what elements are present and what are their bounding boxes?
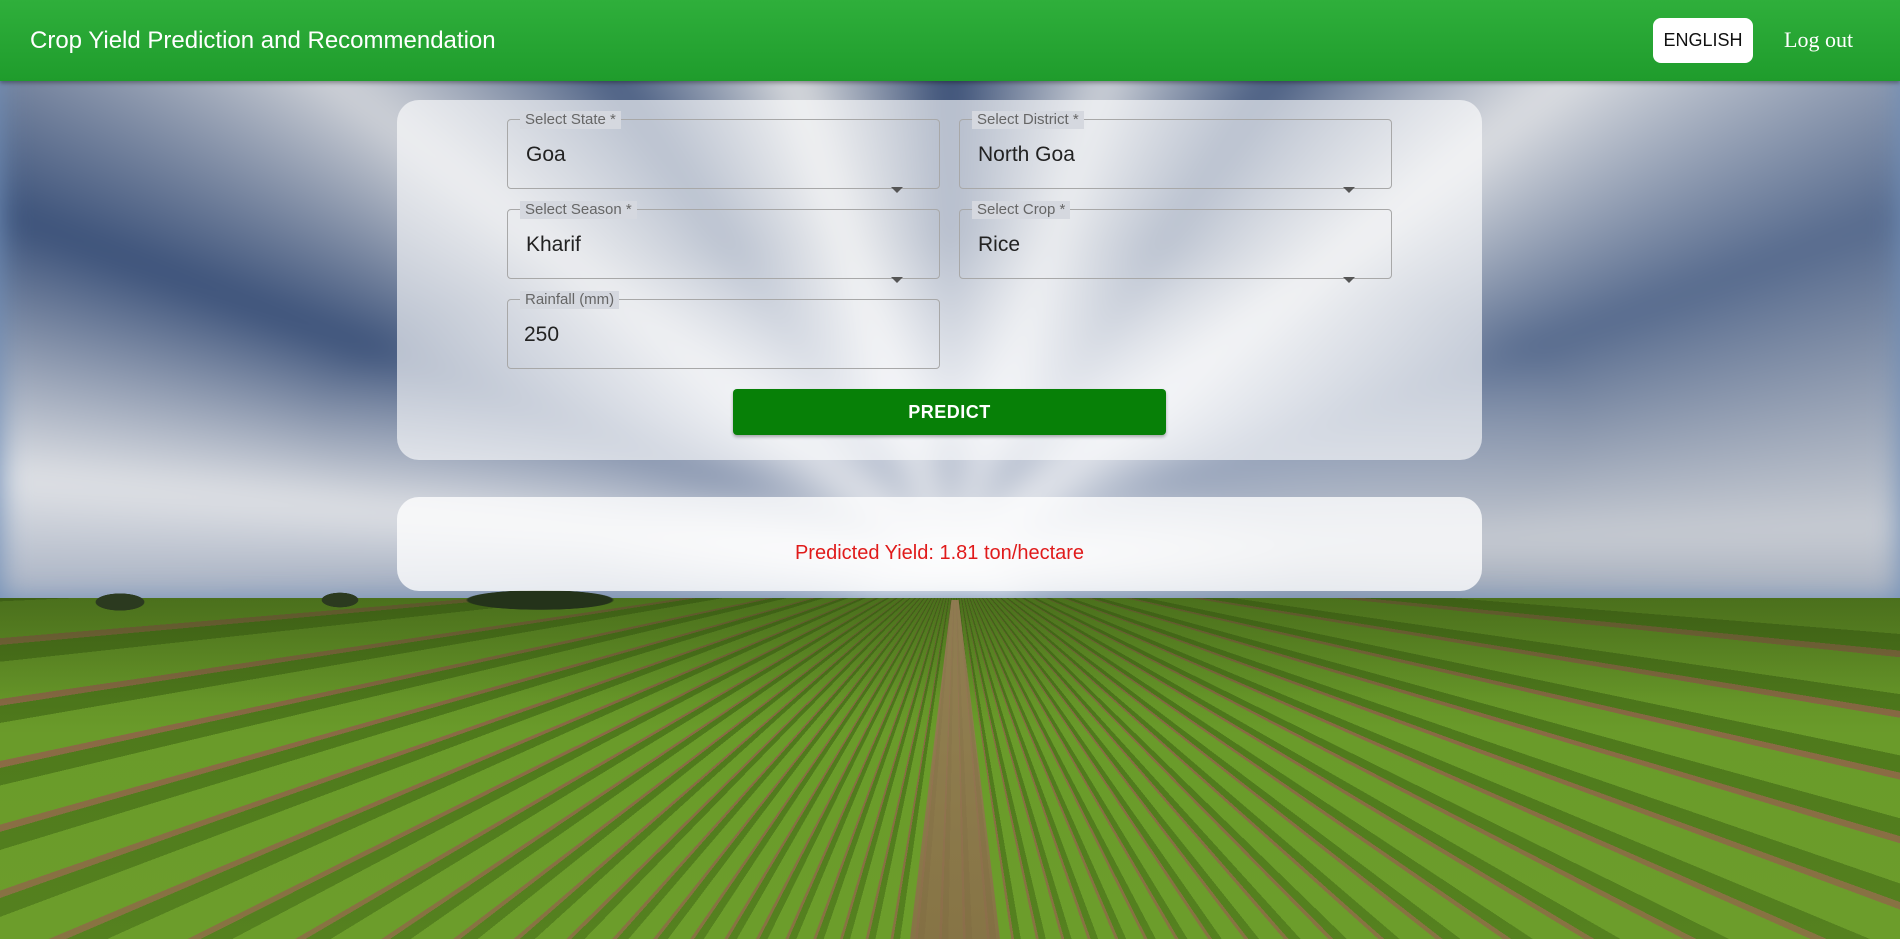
crop-select-label-bg: Select Crop *: [972, 201, 1071, 219]
rainfall-input-label: Rainfall (mm): [525, 291, 615, 308]
rainfall-input-value[interactable]: 250: [524, 323, 559, 347]
app-title: Crop Yield Prediction and Recommendation: [30, 27, 496, 54]
district-select[interactable]: Select District * North Goa: [959, 111, 1392, 193]
season-select-value: Kharif: [526, 233, 581, 256]
predict-button[interactable]: PREDICT: [733, 389, 1166, 435]
result-card: Predicted Yield: 1.81 ton/hectare: [397, 497, 1482, 591]
prediction-form-card: Select State * Goa Select District * Nor…: [397, 100, 1482, 460]
state-select-label-bg: Select State *: [520, 111, 621, 129]
crop-select[interactable]: Select Crop * Rice: [959, 201, 1392, 283]
app-header: Crop Yield Prediction and Recommendation…: [0, 0, 1900, 81]
crop-select-label: Select Crop *: [977, 201, 1066, 218]
chevron-down-icon[interactable]: [891, 277, 903, 283]
state-select[interactable]: Select State * Goa: [507, 111, 940, 193]
language-button[interactable]: ENGLISH: [1653, 18, 1753, 63]
season-select-label-bg: Select Season *: [520, 201, 637, 219]
chevron-down-icon[interactable]: [891, 187, 903, 193]
logout-link[interactable]: Log out: [1784, 27, 1853, 53]
chevron-down-icon[interactable]: [1343, 277, 1355, 283]
district-select-value: North Goa: [978, 143, 1075, 166]
district-select-label-bg: Select District *: [972, 111, 1084, 129]
rainfall-input-label-bg: Rainfall (mm): [520, 291, 620, 309]
rainfall-input[interactable]: Rainfall (mm) 250: [507, 291, 940, 369]
state-select-label: Select State *: [525, 111, 616, 128]
season-select[interactable]: Select Season * Kharif: [507, 201, 940, 283]
district-select-label: Select District *: [977, 111, 1079, 128]
chevron-down-icon[interactable]: [1343, 187, 1355, 193]
season-select-label: Select Season *: [525, 201, 632, 218]
crop-select-value: Rice: [978, 233, 1021, 256]
state-select-value: Goa: [526, 143, 566, 166]
background-trees: [50, 588, 650, 612]
predicted-yield-text: Predicted Yield: 1.81 ton/hectare: [794, 542, 1085, 564]
